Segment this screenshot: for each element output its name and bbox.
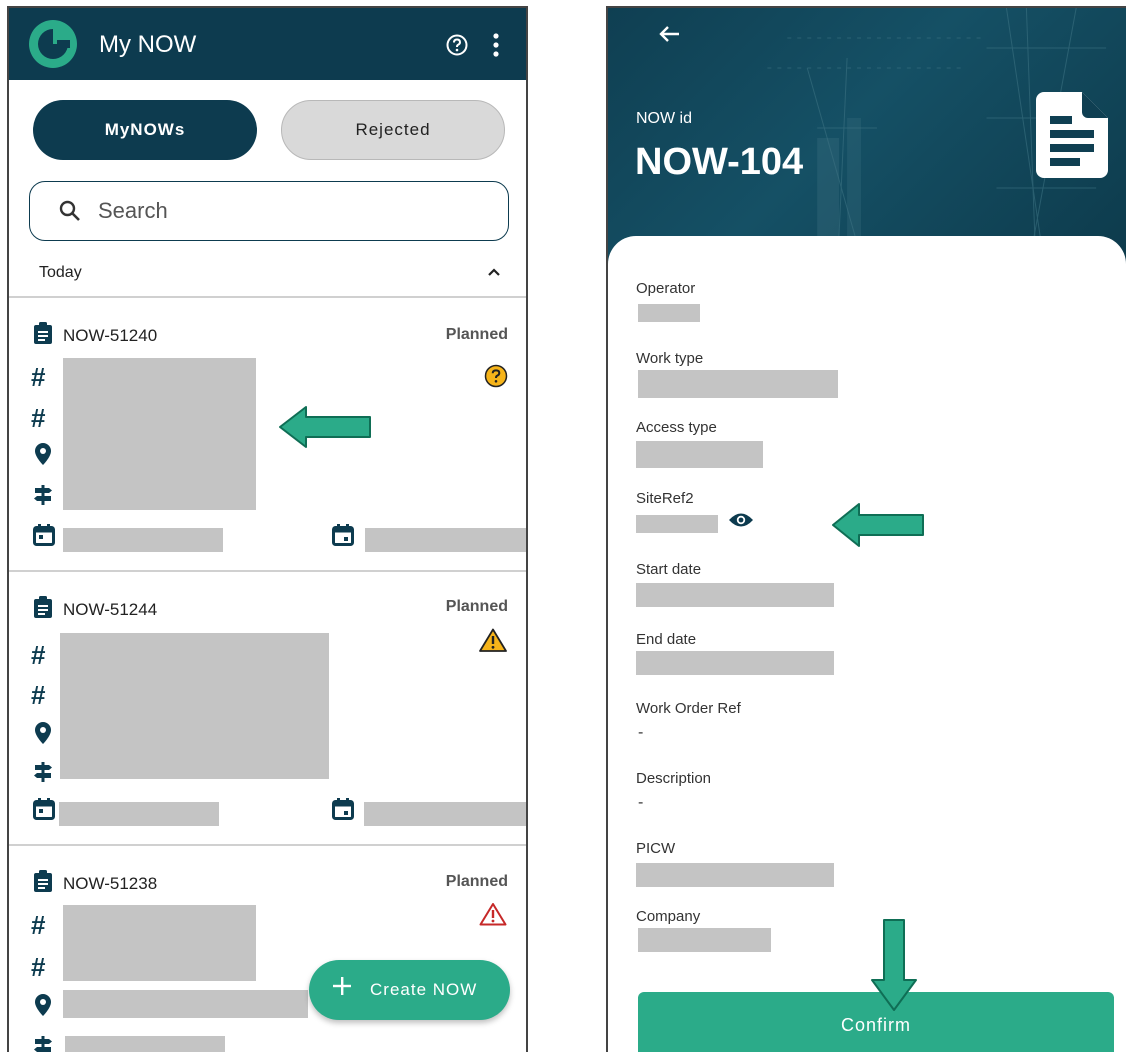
- redacted-details: [63, 358, 256, 510]
- redacted-siteref2: [636, 515, 718, 533]
- redacted-picw: [636, 863, 834, 887]
- redacted-route: [65, 1036, 225, 1052]
- location-pin-icon: [35, 722, 51, 744]
- field-label-end-date: End date: [636, 631, 697, 648]
- warning-triangle-filled-icon: [479, 628, 507, 652]
- now-id: NOW-51244: [63, 600, 158, 619]
- warning-triangle-outline-icon: [479, 903, 507, 926]
- plus-icon: [333, 977, 351, 995]
- more-vert-icon[interactable]: [492, 32, 500, 58]
- calendar-end-icon: [332, 524, 354, 546]
- field-label-picw: PICW: [636, 840, 676, 857]
- field-label-operator: Operator: [636, 280, 696, 297]
- redacted-access-type: [636, 441, 763, 468]
- annotation-arrow-down: [871, 919, 917, 1011]
- calendar-end-icon: [332, 798, 354, 820]
- calendar-start-icon: [33, 524, 55, 546]
- redacted-operator: [638, 304, 700, 322]
- field-label-description: Description: [636, 770, 712, 787]
- redacted-location: [63, 990, 308, 1018]
- redacted-details: [60, 633, 329, 779]
- field-label-access-type: Access type: [636, 419, 717, 436]
- field-label-work-type: Work type: [636, 350, 704, 367]
- field-value-work-order-ref: -: [638, 724, 644, 741]
- question-circle-icon: [484, 364, 508, 388]
- help-circle-icon[interactable]: [446, 34, 468, 56]
- redacted-details: [63, 905, 256, 981]
- redacted-company: [638, 928, 771, 952]
- now-id-value: NOW-104: [635, 141, 804, 183]
- document-icon: [1036, 92, 1108, 178]
- clipboard-icon: [34, 596, 52, 618]
- redacted-end-date: [364, 802, 526, 826]
- redacted-end-date: [636, 651, 834, 675]
- annotation-arrow-left: [832, 503, 924, 547]
- location-pin-icon: [35, 994, 51, 1016]
- app-bar: My NOW: [9, 8, 526, 80]
- field-label-work-order-ref: Work Order Ref: [636, 700, 741, 717]
- location-pin-icon: [35, 443, 51, 465]
- field-label-siteref2: SiteRef2: [636, 490, 694, 507]
- redacted-end-date: [365, 528, 526, 552]
- clipboard-icon: [34, 322, 52, 344]
- now-card[interactable]: NOW-51244 Planned # #: [9, 572, 526, 844]
- annotation-arrow-left: [279, 406, 371, 448]
- create-now-label: Create NOW: [370, 980, 478, 999]
- search-bar: [29, 181, 509, 241]
- signpost-icon: [34, 762, 52, 782]
- app-title: My NOW: [99, 31, 197, 58]
- status-badge: Planned: [445, 326, 508, 343]
- hash-icon: #: [31, 362, 46, 392]
- tab-mynows[interactable]: MyNOWs: [33, 100, 257, 160]
- chevron-up-icon[interactable]: [487, 267, 501, 277]
- now-card[interactable]: NOW-51240 Planned # #: [9, 298, 526, 570]
- hash-icon: #: [31, 403, 46, 433]
- my-now-list-screen: My NOW MyNOWs Rejected Today NOW-51240 P…: [7, 6, 528, 1052]
- search-icon: [59, 200, 80, 221]
- group-header-today: Today: [39, 264, 82, 281]
- hash-icon: #: [31, 952, 46, 982]
- status-badge: Planned: [445, 598, 508, 615]
- now-id: NOW-51240: [63, 326, 158, 345]
- clipboard-icon: [34, 870, 52, 892]
- tab-rejected[interactable]: Rejected: [281, 100, 505, 160]
- signpost-icon: [34, 1036, 52, 1052]
- now-id: NOW-51238: [63, 874, 158, 893]
- hash-icon: #: [31, 910, 46, 940]
- back-arrow-icon[interactable]: [658, 25, 680, 43]
- signpost-icon: [34, 485, 52, 505]
- redacted-start-date: [59, 802, 219, 826]
- calendar-start-icon: [33, 798, 55, 820]
- eye-icon[interactable]: [728, 512, 754, 528]
- field-label-start-date: Start date: [636, 561, 702, 578]
- search-input[interactable]: [98, 192, 488, 230]
- now-id-label: NOW id: [636, 110, 692, 127]
- redacted-start-date: [63, 528, 223, 552]
- brand-logo-icon: [29, 20, 77, 68]
- redacted-start-date: [636, 583, 834, 607]
- create-now-button[interactable]: Create NOW: [309, 960, 510, 1020]
- field-value-description: -: [638, 794, 644, 811]
- hash-icon: #: [31, 640, 46, 670]
- hash-icon: #: [31, 680, 46, 710]
- status-badge: Planned: [445, 873, 508, 890]
- now-card[interactable]: NOW-51238 Planned # #: [9, 846, 526, 1052]
- field-label-company: Company: [636, 908, 701, 925]
- redacted-work-type: [638, 370, 838, 398]
